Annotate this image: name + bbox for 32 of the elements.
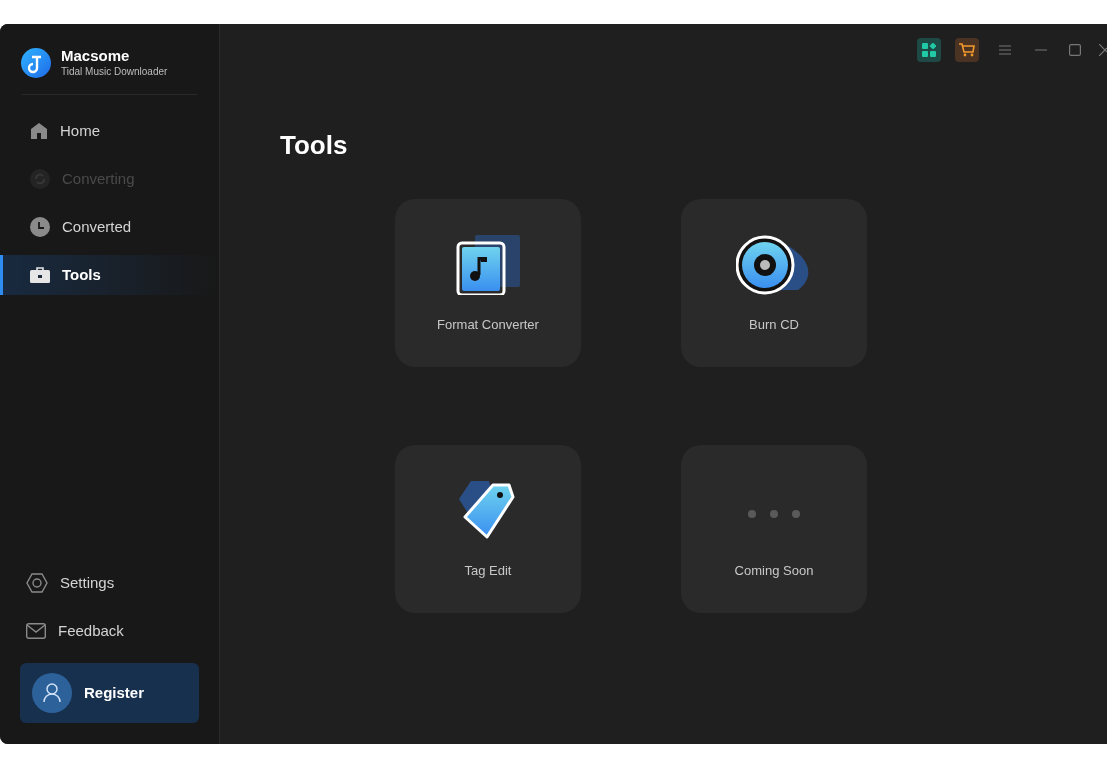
tool-card[interactable]: Coming Soon bbox=[681, 445, 867, 613]
tool-card[interactable]: Burn CD bbox=[681, 199, 867, 367]
settings-icon bbox=[26, 573, 48, 593]
tool-label: Coming Soon bbox=[734, 562, 814, 580]
close-icon[interactable] bbox=[1099, 44, 1107, 56]
clock-icon bbox=[30, 217, 50, 237]
apps-button[interactable] bbox=[917, 38, 941, 62]
refresh-icon bbox=[30, 169, 50, 189]
grid-icon bbox=[922, 43, 936, 57]
tool-card[interactable]: Format Converter bbox=[395, 199, 581, 367]
page-title: Tools bbox=[280, 129, 349, 161]
user-icon bbox=[32, 673, 72, 713]
nav-item[interactable]: Converted bbox=[0, 207, 219, 247]
cart-icon bbox=[959, 43, 975, 57]
tool-label: Tag Edit bbox=[464, 562, 512, 580]
home-icon bbox=[30, 122, 48, 140]
app-logo-icon bbox=[21, 47, 51, 78]
nav-item[interactable]: Home bbox=[0, 111, 219, 151]
register-button[interactable]: Register bbox=[20, 663, 199, 723]
tool-label: Format Converter bbox=[437, 316, 539, 334]
cart-button[interactable] bbox=[955, 38, 979, 62]
music-file-icon bbox=[455, 235, 521, 295]
app-name: Macsome bbox=[61, 47, 131, 65]
mail-icon bbox=[26, 623, 46, 639]
tool-label: Burn CD bbox=[749, 316, 799, 334]
maximize-icon[interactable] bbox=[1069, 44, 1081, 56]
dots-icon bbox=[747, 509, 801, 519]
nav-item[interactable]: Settings bbox=[0, 563, 219, 603]
nav-item[interactable]: Feedback bbox=[0, 611, 219, 651]
app-subtitle: Tidal Music Downloader bbox=[61, 65, 168, 78]
toolbox-icon bbox=[30, 267, 50, 283]
tool-card[interactable]: Tag Edit bbox=[395, 445, 581, 613]
